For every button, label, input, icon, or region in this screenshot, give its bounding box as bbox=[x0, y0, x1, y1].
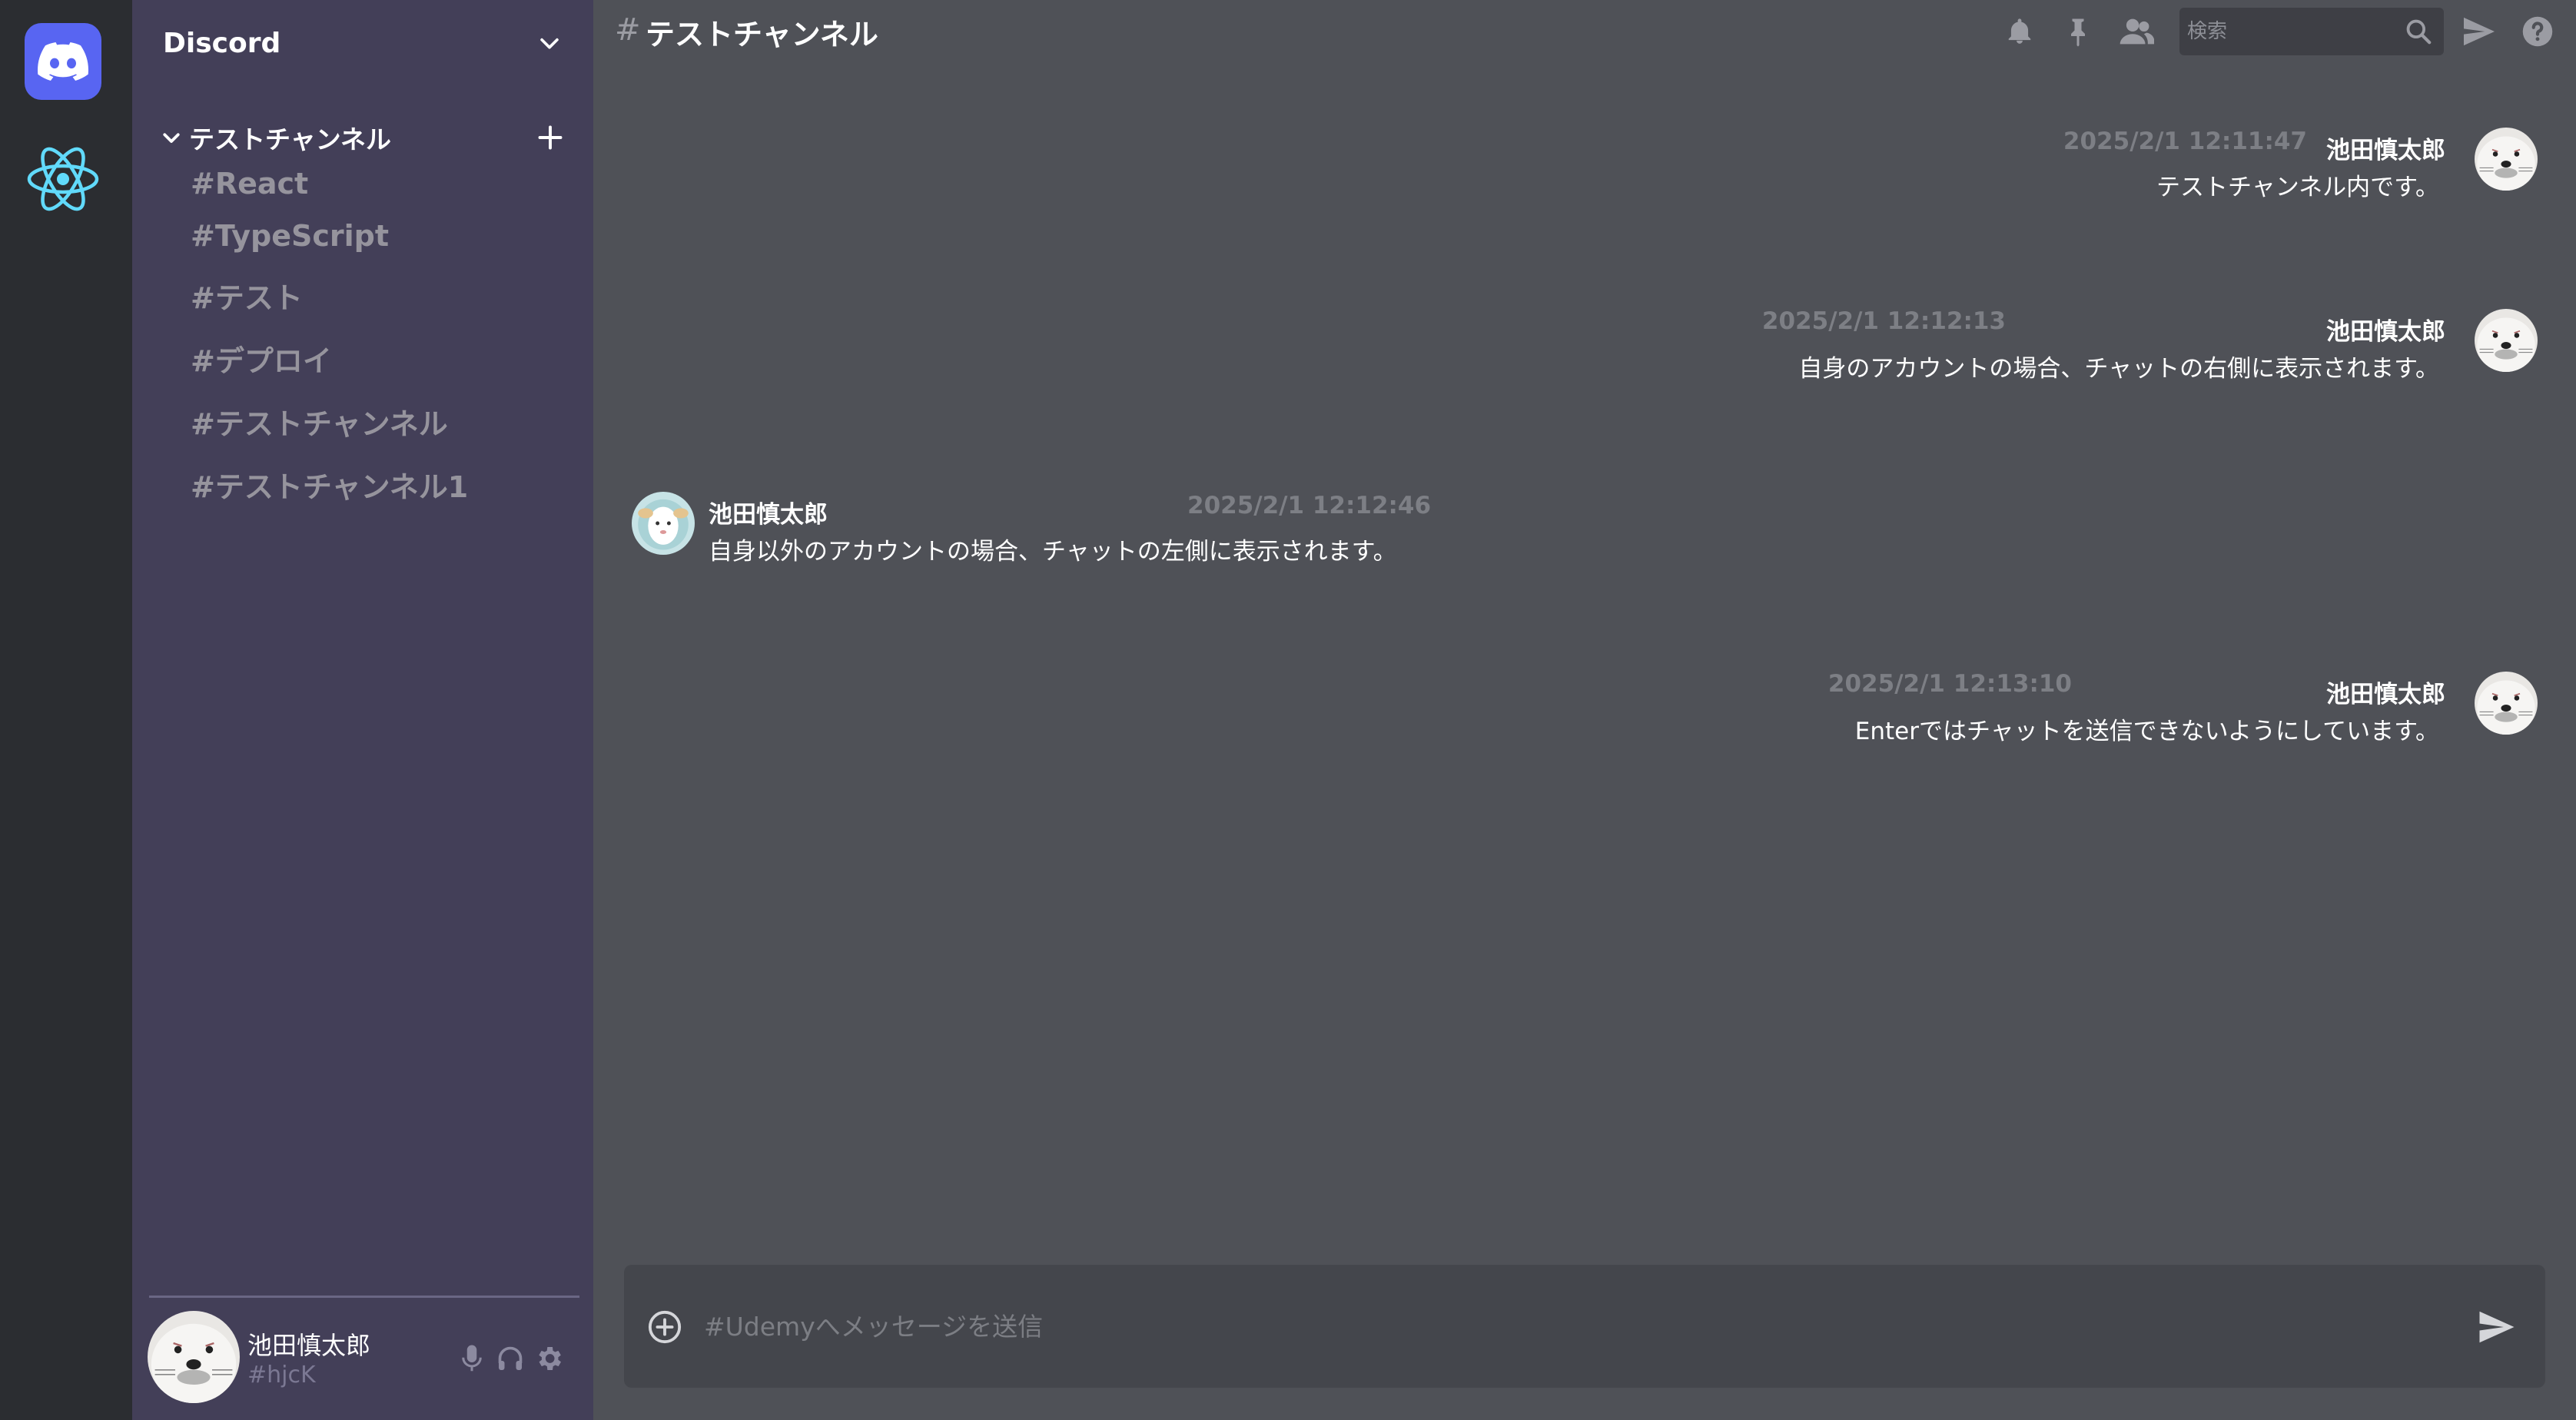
server-header[interactable]: Discord bbox=[163, 22, 563, 65]
help-icon[interactable] bbox=[2515, 8, 2561, 55]
message-item: 2025/2/1 12:13:10 池田慎太郎 Enterではチャットを送信でき… bbox=[593, 670, 2576, 756]
avatar[interactable] bbox=[148, 1311, 240, 1403]
headphones-icon[interactable] bbox=[493, 1342, 527, 1375]
pin-icon[interactable] bbox=[2055, 8, 2101, 55]
avatar[interactable] bbox=[2475, 309, 2538, 372]
category-name: テストチャンネル bbox=[189, 124, 392, 154]
search-input[interactable] bbox=[2187, 17, 2395, 46]
send-icon[interactable] bbox=[2476, 1306, 2518, 1348]
message-text: 自身のアカウントの場合、チャットの右側に表示されます。 bbox=[1798, 355, 2439, 383]
chat-header: # テストチャンネル bbox=[593, 0, 2576, 65]
react-icon bbox=[27, 147, 99, 211]
category-chevron-icon[interactable] bbox=[160, 124, 186, 151]
members-icon[interactable] bbox=[2113, 8, 2159, 55]
message-composer bbox=[624, 1265, 2545, 1388]
user-name: 池田慎太郎 bbox=[247, 1331, 371, 1360]
message-author: 池田慎太郎 bbox=[2326, 318, 2445, 346]
add-circle-icon[interactable] bbox=[647, 1309, 682, 1345]
message-item: 2025/2/1 12:12:13 池田慎太郎 自身のアカウントの場合、チャット… bbox=[593, 307, 2576, 393]
message-item: 池田慎太郎 2025/2/1 12:12:46 自身以外のアカウントの場合、チャ… bbox=[593, 492, 2576, 576]
channel-item-typescript[interactable]: #TypeScript bbox=[191, 219, 389, 253]
header-toolbar bbox=[1997, 8, 2573, 55]
bell-icon[interactable] bbox=[1997, 8, 2043, 55]
avatar[interactable] bbox=[2475, 672, 2538, 735]
message-text: テストチャンネル内です。 bbox=[2156, 174, 2439, 201]
server-discord-button[interactable] bbox=[25, 23, 101, 100]
chevron-down-icon[interactable] bbox=[536, 30, 563, 56]
channel-item-test-channel-1[interactable]: #テストチャンネル1 bbox=[191, 463, 468, 506]
avatar[interactable] bbox=[632, 492, 695, 555]
search-box bbox=[2179, 8, 2444, 55]
message-time: 2025/2/1 12:11:47 bbox=[2063, 128, 2307, 155]
user-controls bbox=[455, 1342, 566, 1375]
page-title: テストチャンネル bbox=[646, 18, 878, 51]
gear-icon[interactable] bbox=[532, 1342, 566, 1375]
inbox-send-icon[interactable] bbox=[2456, 8, 2502, 55]
server-rail bbox=[0, 0, 132, 1420]
channel-item-deploy[interactable]: #デプロイ bbox=[191, 337, 332, 380]
channel-item-test[interactable]: #テスト bbox=[191, 274, 303, 317]
message-time: 2025/2/1 12:13:10 bbox=[1827, 670, 2072, 698]
message-time: 2025/2/1 12:12:13 bbox=[1761, 307, 2006, 335]
message-text: Enterではチャットを送信できないようにしています。 bbox=[1854, 718, 2439, 745]
channel-item-react[interactable]: #React bbox=[191, 167, 308, 201]
chat-main: # テストチャンネル 2025/2/1 12:11 bbox=[593, 0, 2576, 1420]
message-author: 池田慎太郎 bbox=[709, 501, 828, 529]
divider bbox=[149, 1296, 579, 1298]
channel-category[interactable]: テストチャンネル bbox=[160, 118, 567, 157]
channel-sidebar: Discord テストチャンネル #React #TypeScript #テスト… bbox=[132, 0, 593, 1420]
user-tag: #hjcK bbox=[247, 1362, 316, 1388]
message-input[interactable] bbox=[704, 1305, 2395, 1348]
add-channel-icon[interactable] bbox=[533, 121, 567, 154]
channel-item-test-channel[interactable]: #テストチャンネル bbox=[191, 400, 448, 443]
server-react-button[interactable] bbox=[25, 141, 101, 217]
discord-icon bbox=[38, 42, 88, 81]
channel-hash-icon: # bbox=[615, 12, 641, 48]
microphone-icon[interactable] bbox=[455, 1342, 489, 1375]
message-author: 池田慎太郎 bbox=[2326, 137, 2445, 164]
search-icon[interactable] bbox=[2404, 17, 2433, 46]
message-item: 2025/2/1 12:11:47 池田慎太郎 テストチャンネル内です。 bbox=[593, 128, 2576, 212]
user-panel: 池田慎太郎 #hjcK bbox=[148, 1311, 578, 1406]
message-time: 2025/2/1 12:12:46 bbox=[1187, 492, 1432, 519]
avatar[interactable] bbox=[2475, 128, 2538, 191]
message-text: 自身以外のアカウントの場合、チャットの左側に表示されます。 bbox=[709, 538, 1397, 566]
server-name: Discord bbox=[163, 27, 281, 59]
message-author: 池田慎太郎 bbox=[2326, 681, 2445, 708]
